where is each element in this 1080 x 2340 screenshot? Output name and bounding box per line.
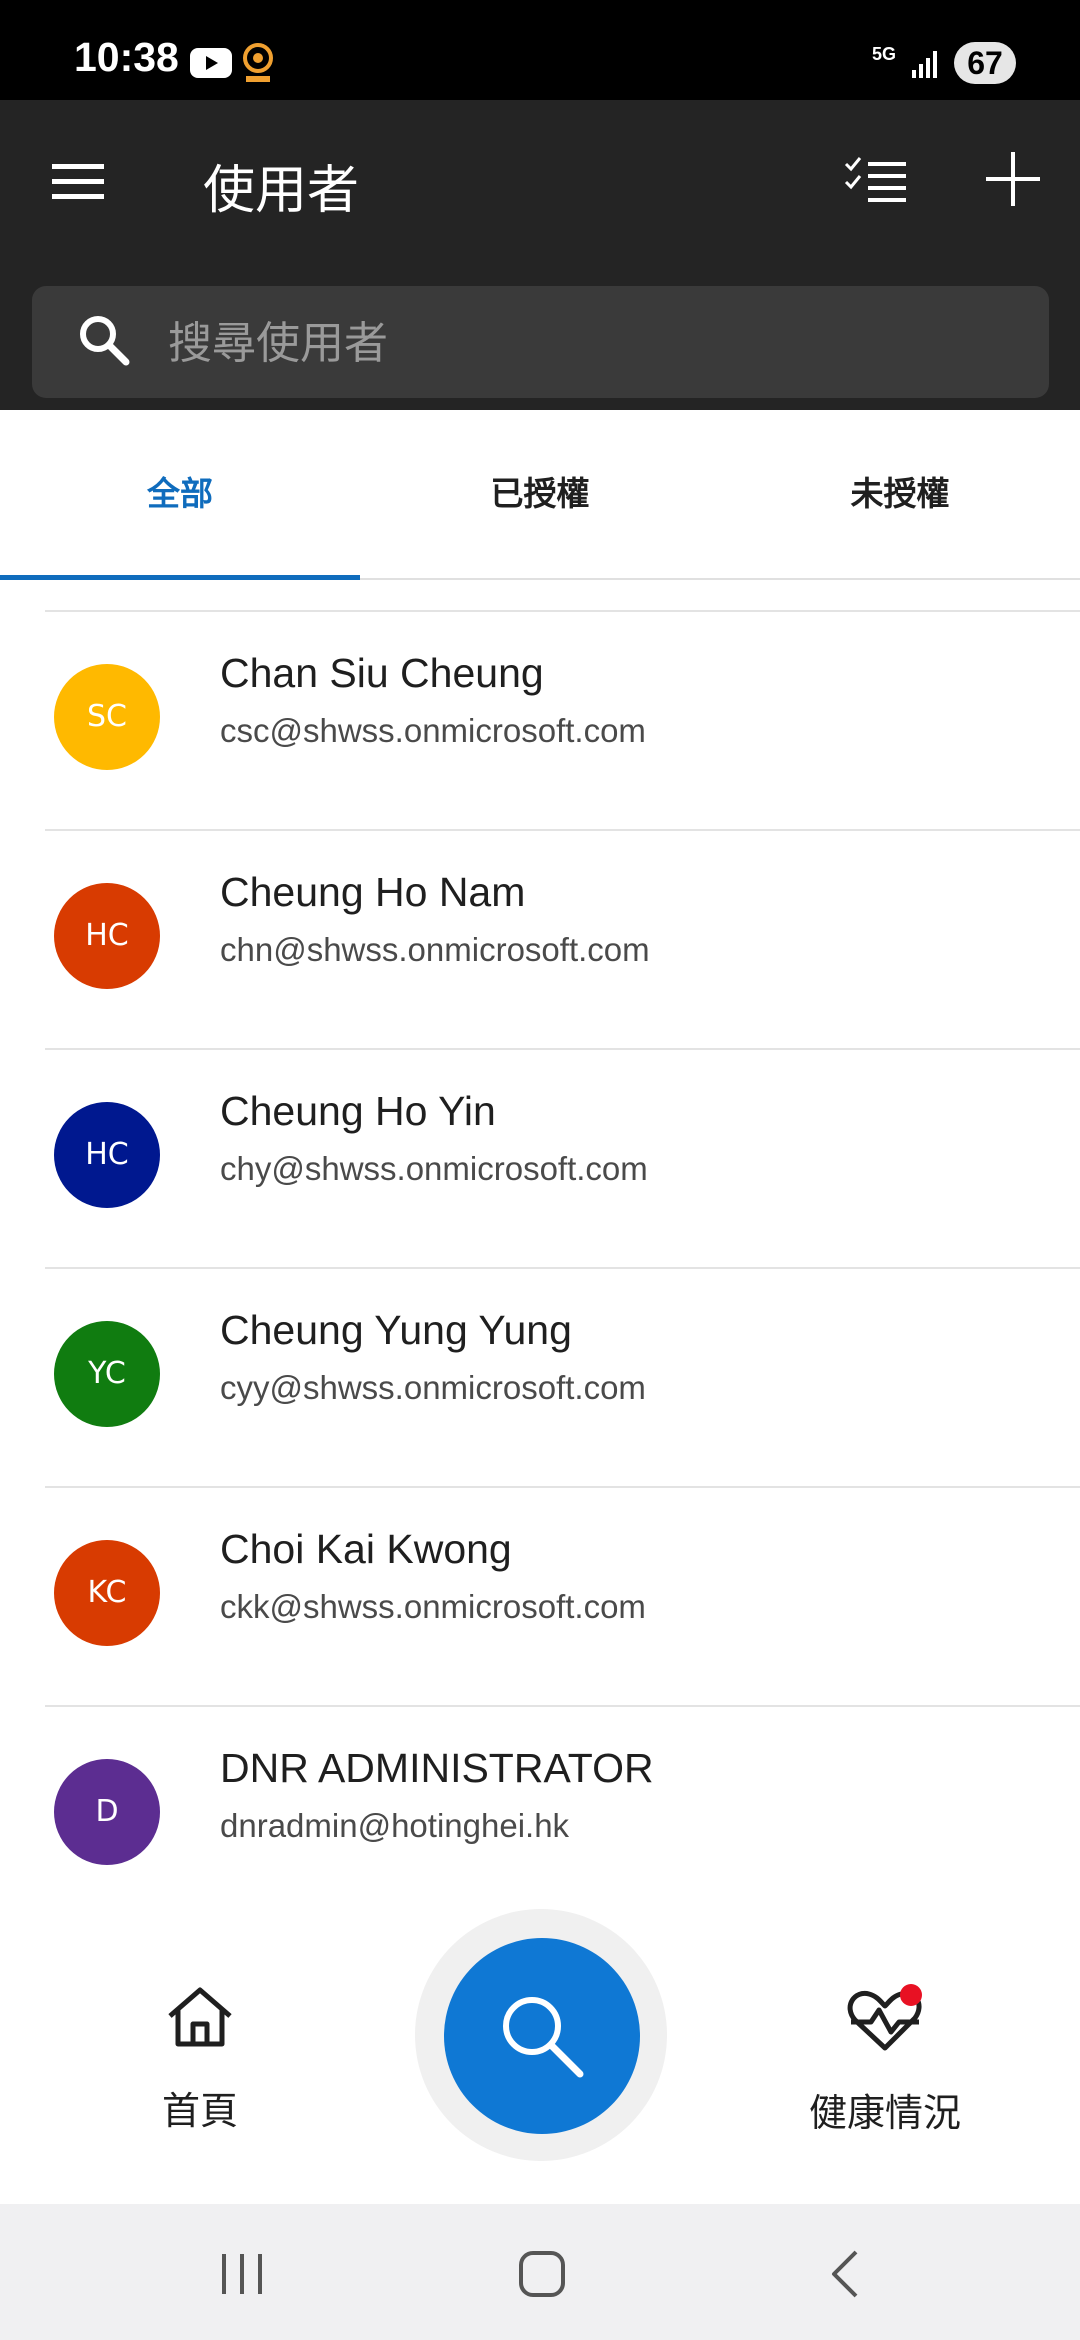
plus-icon[interactable] bbox=[982, 148, 1044, 210]
search-icon bbox=[503, 1997, 584, 2078]
checklist-icon[interactable] bbox=[842, 150, 910, 210]
user-email: dnradmin@hotinghei.hk bbox=[220, 1807, 570, 1844]
user-email: csc@shwss.onmicrosoft.com bbox=[220, 712, 646, 749]
nav-health[interactable]: 健康情況 bbox=[800, 1984, 970, 2135]
nav-health-label: 健康情況 bbox=[808, 2091, 961, 2135]
page-title: 使用者 bbox=[203, 161, 360, 221]
user-row[interactable]: D DNR ADMINISTRATOR dnradmin@hotinghei.h… bbox=[0, 1707, 1080, 1926]
back-icon[interactable] bbox=[816, 2248, 876, 2300]
user-email: cyy@shwss.onmicrosoft.com bbox=[220, 1369, 646, 1406]
tab-all-label: 全部 bbox=[147, 474, 213, 513]
network-label: 5G bbox=[872, 44, 897, 64]
home-icon bbox=[168, 1987, 232, 2047]
user-name: Choi Kai Kwong bbox=[220, 1526, 512, 1572]
user-name: DNR ADMINISTRATOR bbox=[220, 1745, 654, 1791]
battery-indicator: 67 bbox=[954, 42, 1016, 84]
home-button-icon[interactable] bbox=[512, 2248, 572, 2300]
active-tab-indicator bbox=[0, 575, 360, 580]
avatar: YC bbox=[54, 1321, 160, 1427]
status-time: 10:38 bbox=[74, 34, 179, 80]
search-icon bbox=[80, 316, 130, 366]
user-row[interactable]: SC Chan Siu Cheung csc@shwss.onmicrosoft… bbox=[0, 612, 1080, 831]
user-row[interactable]: HC Cheung Ho Nam chn@shwss.onmicrosoft.c… bbox=[0, 831, 1080, 1050]
recent-apps-icon[interactable] bbox=[212, 2248, 272, 2300]
tab-unlicensed[interactable]: 未授權 bbox=[720, 410, 1080, 578]
user-name: Chan Siu Cheung bbox=[220, 650, 544, 696]
tab-unlicensed-label: 未授權 bbox=[850, 474, 950, 513]
search-fab-button[interactable] bbox=[444, 1938, 640, 2134]
user-row[interactable]: KC Choi Kai Kwong ckk@shwss.onmicrosoft.… bbox=[0, 1488, 1080, 1707]
avatar: D bbox=[54, 1759, 160, 1865]
user-email: ckk@shwss.onmicrosoft.com bbox=[220, 1588, 646, 1625]
user-row[interactable]: HC Cheung Ho Yin chy@shwss.onmicrosoft.c… bbox=[0, 1050, 1080, 1269]
tab-all[interactable]: 全部 bbox=[0, 410, 360, 580]
user-email: chy@shwss.onmicrosoft.com bbox=[220, 1150, 648, 1187]
avatar: KC bbox=[54, 1540, 160, 1646]
hamburger-menu-icon[interactable] bbox=[46, 150, 110, 214]
tab-licensed-label: 已授權 bbox=[490, 474, 590, 513]
youtube-icon bbox=[190, 48, 232, 78]
tab-licensed[interactable]: 已授權 bbox=[360, 410, 720, 578]
avatar: SC bbox=[54, 664, 160, 770]
user-name: Cheung Ho Nam bbox=[220, 869, 526, 915]
nav-home[interactable]: 首頁 bbox=[140, 1984, 260, 2134]
signal-icon bbox=[912, 51, 937, 78]
user-row[interactable]: YC Cheung Yung Yung cyy@shwss.onmicrosof… bbox=[0, 1269, 1080, 1488]
notification-dot bbox=[900, 1984, 922, 2006]
avatar: HC bbox=[54, 883, 160, 989]
search-bar[interactable] bbox=[32, 286, 1049, 398]
user-name: Cheung Ho Yin bbox=[220, 1088, 496, 1134]
nav-home-label: 首頁 bbox=[161, 2089, 238, 2133]
user-name: Cheung Yung Yung bbox=[220, 1307, 572, 1353]
avatar: HC bbox=[54, 1102, 160, 1208]
search-input[interactable] bbox=[166, 304, 1010, 382]
user-email: chn@shwss.onmicrosoft.com bbox=[220, 931, 650, 968]
system-navigation-bar bbox=[0, 2204, 1080, 2340]
oncc-icon bbox=[243, 43, 273, 82]
filter-tabs: 全部 已授權 未授權 bbox=[0, 410, 1080, 580]
status-bar: 10:38 5G 67 bbox=[0, 0, 1080, 100]
